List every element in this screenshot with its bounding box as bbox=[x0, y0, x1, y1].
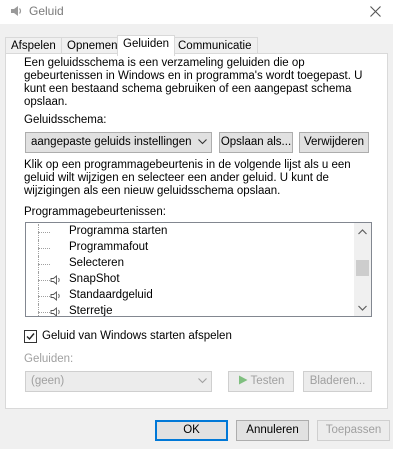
window-title: Geluid bbox=[29, 4, 64, 18]
events-scrollbar[interactable] bbox=[354, 223, 371, 316]
scheme-label: Geluidsschema: bbox=[24, 114, 107, 126]
tab-opnemen[interactable]: Opnemen bbox=[61, 37, 124, 54]
list-item[interactable]: Selecteren bbox=[26, 256, 354, 272]
list-item[interactable]: Sterretje bbox=[26, 304, 354, 317]
chevron-down-icon bbox=[198, 378, 207, 384]
close-button[interactable] bbox=[361, 0, 389, 22]
play-icon bbox=[238, 375, 248, 385]
list-item-label: Selecteren bbox=[69, 257, 124, 269]
scheme-select[interactable]: aangepaste geluids instellingen bbox=[25, 132, 212, 153]
list-item-label: Sterretje bbox=[69, 305, 113, 317]
list-item[interactable]: Standaardgeluid bbox=[26, 288, 354, 304]
tab-geluiden[interactable]: Geluiden bbox=[117, 35, 176, 56]
sounds-panel: Een geluidsschema is een verzameling gel… bbox=[5, 53, 388, 409]
scroll-up-button[interactable] bbox=[354, 223, 371, 240]
list-item-label: Programma starten bbox=[69, 225, 168, 237]
speaker-icon bbox=[50, 307, 60, 316]
sounds-label: Geluiden: bbox=[24, 353, 74, 365]
speaker-icon bbox=[50, 291, 60, 301]
events-text: Klik op een programmagebeurtenis in de v… bbox=[24, 159, 351, 197]
sound-select[interactable]: (geen) bbox=[25, 371, 212, 392]
title-bar: Geluid bbox=[0, 0, 393, 24]
chevron-down-icon bbox=[198, 139, 207, 145]
events-listbox[interactable]: Programma starten Programmafout Selecter… bbox=[25, 222, 372, 317]
chevron-down-icon bbox=[358, 305, 367, 311]
list-item-label: Programmafout bbox=[69, 241, 149, 253]
close-icon bbox=[369, 5, 381, 17]
list-item[interactable]: Programmafout bbox=[26, 240, 354, 256]
scroll-down-button[interactable] bbox=[354, 299, 371, 316]
test-button-label: Testen bbox=[250, 375, 285, 387]
intro-text: Een geluidsschema is een verzameling gel… bbox=[24, 57, 363, 108]
sound-selected-value: (geen) bbox=[31, 375, 65, 387]
list-item[interactable]: Programma starten bbox=[26, 224, 354, 240]
scrollbar-thumb[interactable] bbox=[356, 260, 369, 276]
dialog-footer: OK Annuleren Toepassen bbox=[0, 407, 393, 449]
apply-button[interactable]: Toepassen bbox=[317, 420, 390, 441]
chevron-up-icon bbox=[358, 228, 367, 234]
tab-communicatie[interactable]: Communicatie bbox=[172, 37, 258, 54]
browse-button[interactable]: Bladeren... bbox=[303, 371, 372, 392]
list-item-label: Standaardgeluid bbox=[69, 289, 153, 301]
tab-afspelen[interactable]: Afspelen bbox=[5, 37, 62, 54]
startup-sound-label: Geluid van Windows starten afspelen bbox=[42, 330, 232, 342]
speaker-icon bbox=[50, 275, 60, 285]
startup-sound-checkbox[interactable] bbox=[24, 330, 37, 343]
list-item-label: SnapShot bbox=[69, 273, 120, 285]
scheme-selected-value: aangepaste geluids instellingen bbox=[31, 136, 192, 148]
speaker-app-icon bbox=[11, 6, 22, 16]
test-button[interactable]: Testen bbox=[228, 371, 294, 392]
ok-button[interactable]: OK bbox=[155, 420, 228, 441]
save-as-button[interactable]: Opslaan als... bbox=[219, 132, 293, 153]
checkmark-icon bbox=[26, 333, 35, 341]
delete-scheme-button[interactable]: Verwijderen bbox=[299, 132, 369, 153]
events-label: Programmagebeurtenissen: bbox=[24, 206, 166, 218]
list-item[interactable]: SnapShot bbox=[26, 272, 354, 288]
cancel-button[interactable]: Annuleren bbox=[236, 420, 309, 441]
